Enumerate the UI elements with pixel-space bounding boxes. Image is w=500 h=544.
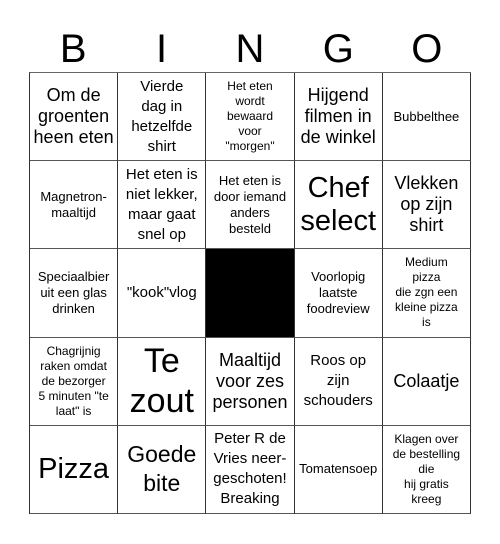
bingo-cell-text: Vierde dag in hetzelfde shirt — [131, 77, 193, 155]
bingo-cell-text: Chef select — [300, 171, 377, 237]
header-letter-n: N — [235, 27, 265, 71]
bingo-cell-text: "kook"vlog — [126, 283, 197, 301]
header-letter-g: G — [322, 27, 354, 71]
bingo-cell-text: Chagrijnig raken omdat de bezorger 5 min… — [38, 343, 109, 418]
bingo-header: B I N G O — [29, 20, 471, 72]
bingo-cell-text: Klagen over de bestelling die hij gratis… — [392, 431, 461, 506]
bingo-cell-text: Roos op zijn schouders — [303, 352, 373, 410]
bingo-cell[interactable]: Voorlopig laatste foodreview — [294, 249, 383, 338]
bingo-cell-text: Voorlopig laatste foodreview — [306, 268, 370, 316]
bingo-cell[interactable]: Tomatensoep — [294, 425, 383, 514]
bingo-cell[interactable]: Colaatje — [382, 337, 471, 426]
header-letter-i: I — [156, 27, 168, 71]
bingo-cell[interactable]: Om de groenten heen eten — [30, 73, 119, 162]
bingo-cell[interactable]: "kook"vlog — [118, 249, 207, 338]
bingo-cell-text: Medium pizza die zgn een kleine pizza is — [395, 255, 458, 330]
bingo-cell[interactable]: Klagen over de bestelling die hij gratis… — [382, 425, 471, 514]
bingo-cell[interactable]: Vlekken op zijn shirt — [382, 161, 471, 250]
bingo-cell[interactable]: Bubbelthee — [382, 73, 471, 162]
bingo-cell[interactable]: Peter R de Vries neer- geschoten! Breaki… — [206, 425, 295, 514]
bingo-cell[interactable]: Roos op zijn schouders — [294, 337, 383, 426]
bingo-cell[interactable]: Goede bite — [118, 425, 207, 514]
bingo-cell[interactable]: Chef select — [294, 161, 383, 250]
bingo-cell[interactable]: Speciaalbier uit een glas drinken — [30, 249, 119, 338]
bingo-cell-text: Peter R de Vries neer- geschoten! Breaki… — [213, 430, 287, 508]
bingo-cell[interactable]: Pizza — [30, 425, 119, 514]
bingo-cell-text: Magnetron- maaltijd — [40, 188, 107, 220]
bingo-cell-text: Vlekken op zijn shirt — [394, 173, 459, 236]
bingo-cell[interactable]: Het eten is niet lekker, maar gaat snel … — [118, 161, 207, 250]
bingo-cell[interactable]: Hijgend filmen in de winkel — [294, 73, 383, 162]
bingo-cell-text: Tomatensoep — [299, 461, 378, 477]
header-letter-o: O — [411, 27, 443, 71]
header-letter-b: B — [59, 27, 87, 71]
bingo-cell[interactable]: Vierde dag in hetzelfde shirt — [118, 73, 207, 162]
bingo-cell-text: Speciaalbier uit een glas drinken — [37, 268, 110, 316]
bingo-cell-text: Hijgend filmen in de winkel — [300, 85, 376, 148]
bingo-cell-text: Het eten is niet lekker, maar gaat snel … — [125, 165, 198, 243]
bingo-cell[interactable]: Medium pizza die zgn een kleine pizza is — [382, 249, 471, 338]
bingo-cell[interactable]: Magnetron- maaltijd — [30, 161, 119, 250]
bingo-cell-text: Te zout — [129, 342, 194, 421]
bingo-cell-text: Het eten wordt bewaard voor "morgen" — [225, 79, 275, 154]
bingo-cell-text: Maaltijd voor zes personen — [212, 349, 288, 412]
bingo-cell[interactable]: Chagrijnig raken omdat de bezorger 5 min… — [30, 337, 119, 426]
free-space-cell[interactable] — [206, 249, 295, 338]
bingo-cell[interactable]: Te zout — [118, 337, 207, 426]
bingo-cell[interactable]: Het eten wordt bewaard voor "morgen" — [206, 73, 295, 162]
bingo-cell-text: Pizza — [38, 452, 110, 485]
bingo-cell-text: Bubbelthee — [393, 108, 460, 124]
bingo-cell-text: Het eten is door iemand anders besteld — [213, 172, 287, 236]
bingo-cell[interactable]: Maaltijd voor zes personen — [206, 337, 295, 426]
bingo-cell[interactable]: Het eten is door iemand anders besteld — [206, 161, 295, 250]
bingo-cell-text: Om de groenten heen eten — [33, 85, 114, 148]
bingo-cell-text: Goede bite — [127, 441, 197, 497]
bingo-cell-text: Colaatje — [393, 370, 460, 391]
bingo-card: Om de groenten heen eten Vierde dag in he… — [29, 72, 471, 514]
